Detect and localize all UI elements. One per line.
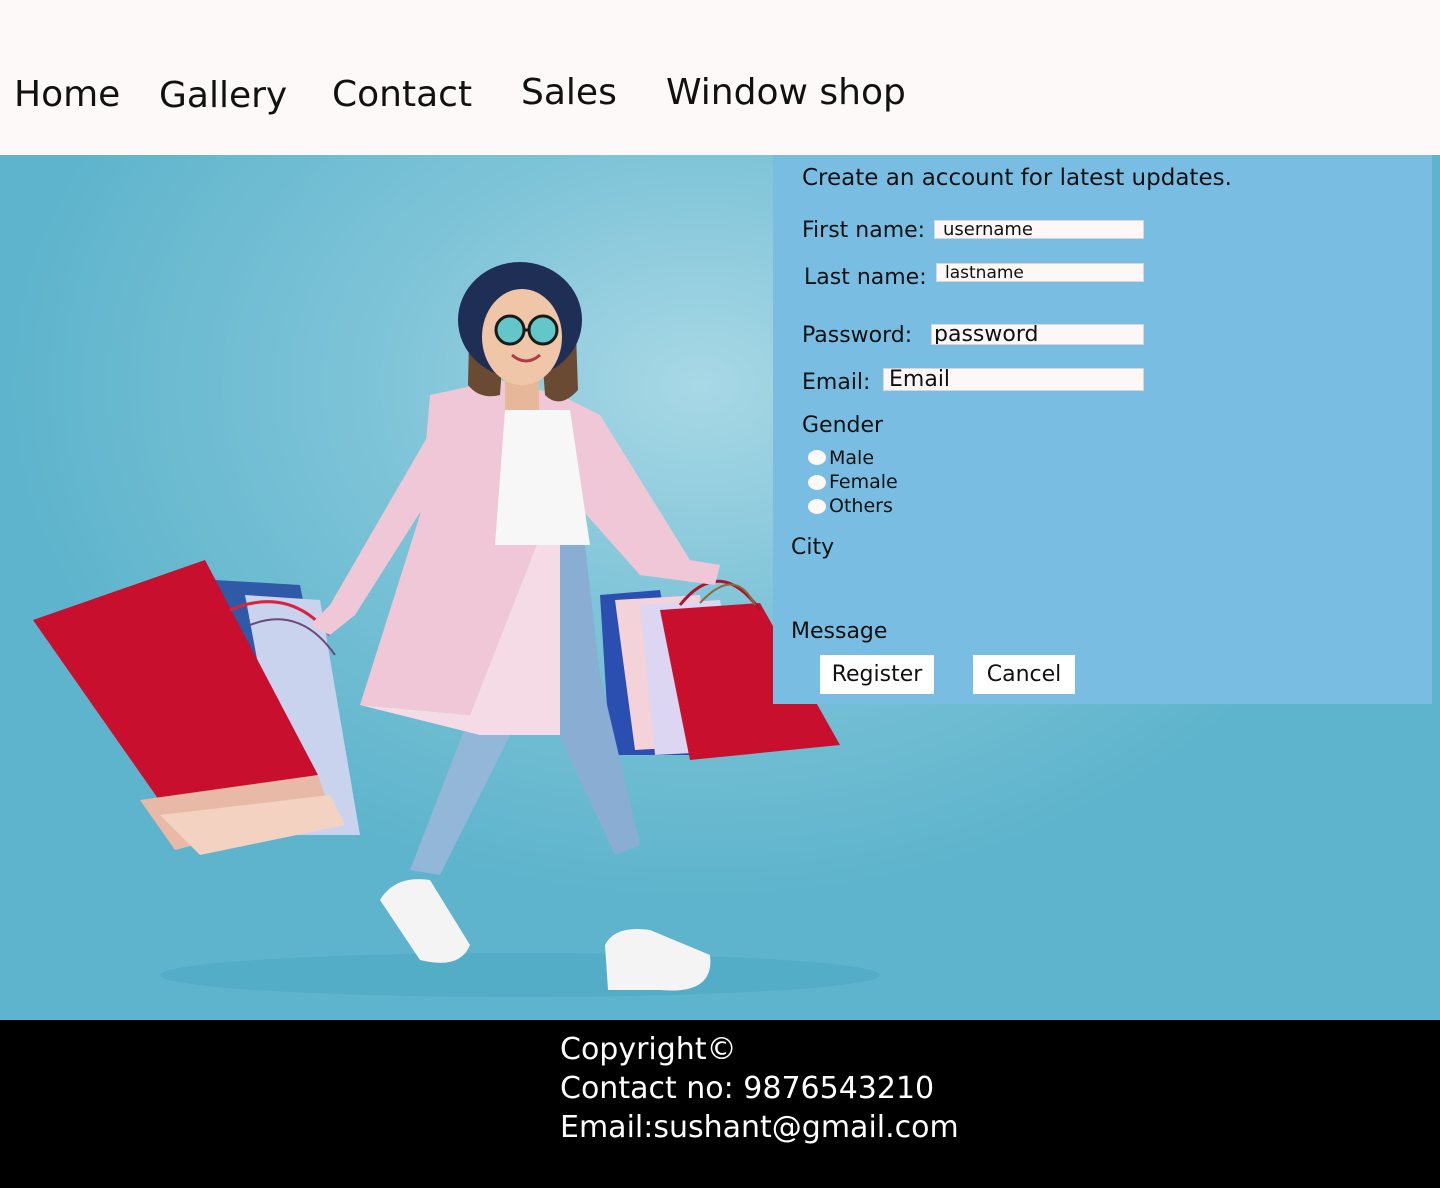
footer-contact-number: Contact no: 9876543210 [560,1071,935,1106]
nav-link-sales[interactable]: Sales [521,75,617,111]
first-name-label: First name: [802,218,926,243]
nav-link-gallery[interactable]: Gallery [159,78,287,114]
gender-male-label: Male [829,447,875,469]
password-input[interactable] [931,324,1144,345]
form-heading: Create an account for latest updates. [802,165,1232,191]
nav-link-window-shop[interactable]: Window shop [666,75,906,111]
gender-label: Gender [802,413,884,438]
footer: Copyright© Contact no: 9876543210 Email:… [0,1020,1440,1188]
gender-male-radio[interactable] [808,450,826,465]
message-label: Message [791,619,888,644]
top-navigation: Home Gallery Contact Sales Window shop [0,0,1440,155]
gender-female-radio[interactable] [808,475,826,490]
nav-link-home[interactable]: Home [14,77,120,113]
footer-copyright: Copyright© [560,1032,737,1067]
email-label: Email: [802,370,871,395]
gender-others-label: Others [829,495,893,517]
email-input[interactable] [883,368,1144,391]
city-label: City [791,535,835,560]
gender-female-label: Female [829,471,898,493]
register-button[interactable]: Register [820,655,934,694]
registration-form: Create an account for latest updates. Fi… [773,155,1432,704]
password-label: Password: [802,323,913,348]
nav-link-contact[interactable]: Contact [332,77,472,113]
last-name-label: Last name: [804,265,927,290]
last-name-input[interactable] [936,263,1144,282]
cancel-button[interactable]: Cancel [973,655,1075,694]
gender-others-radio[interactable] [808,499,826,514]
first-name-input[interactable] [934,220,1144,239]
footer-email: Email:sushant@gmail.com [560,1110,959,1145]
